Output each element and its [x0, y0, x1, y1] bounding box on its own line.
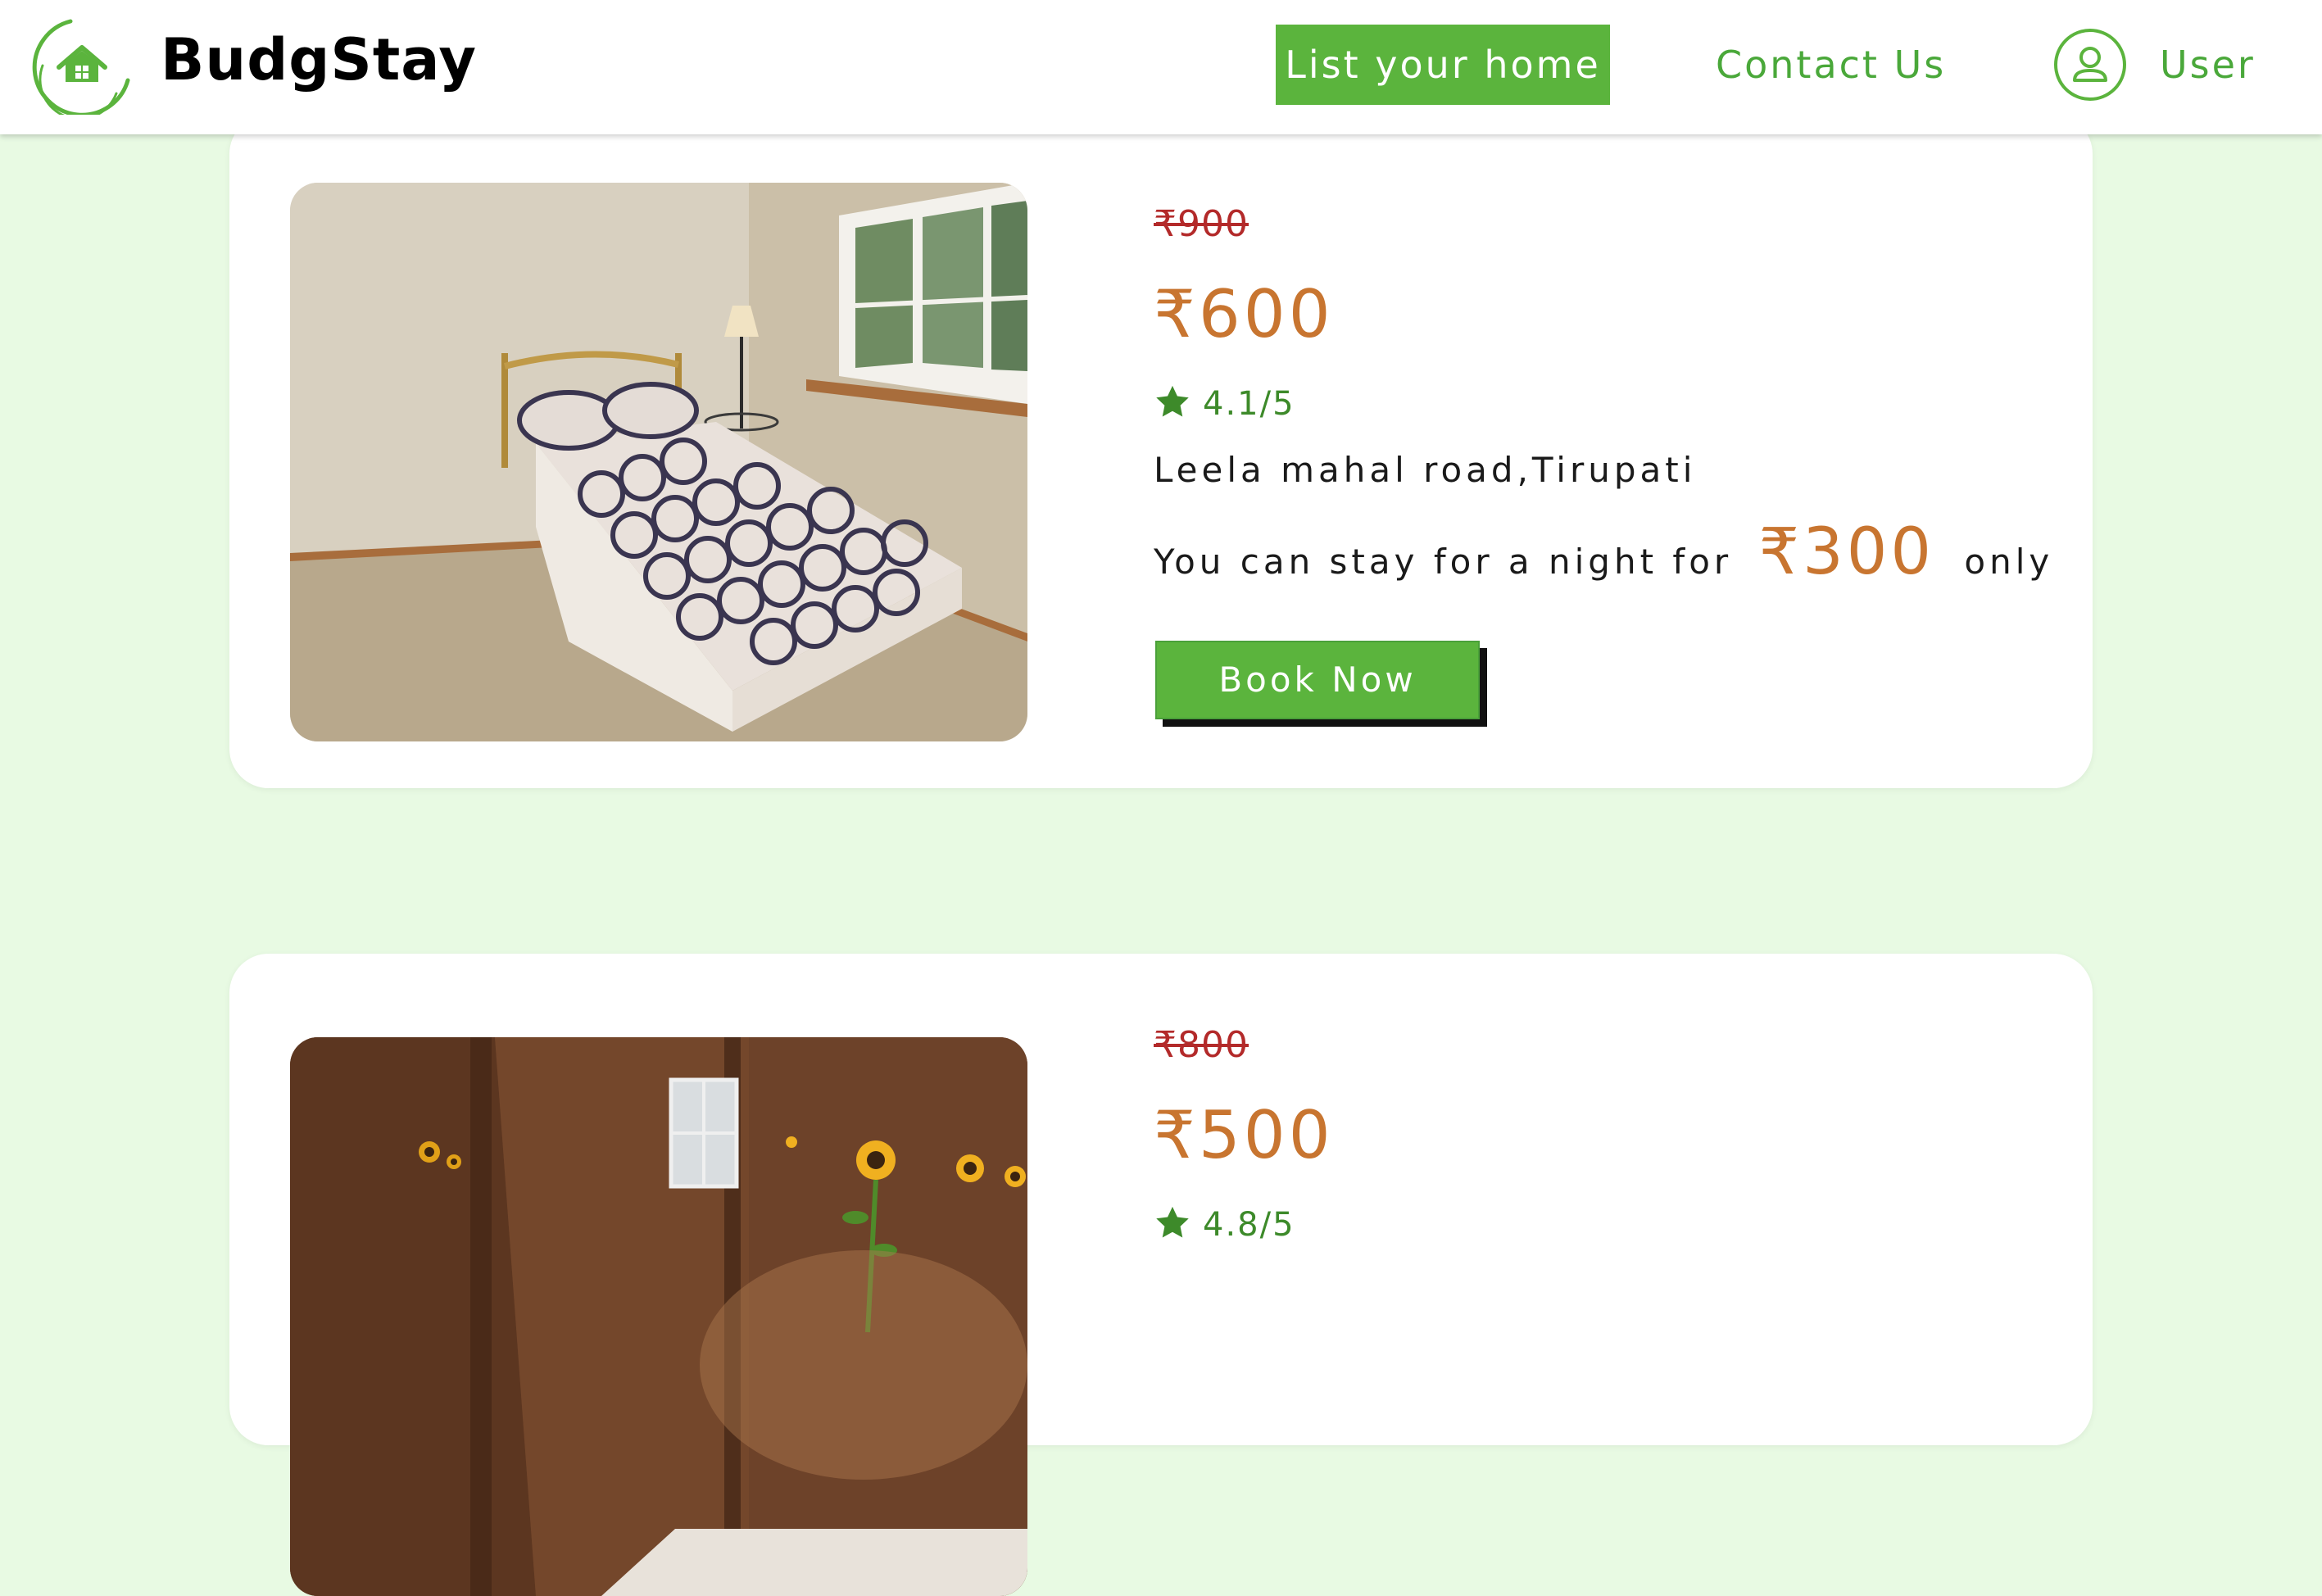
discounted-price: ₹600 — [1154, 276, 1334, 352]
star-icon — [1156, 385, 1189, 417]
night-offer: You can stay for a night for ₹300 only — [1154, 511, 2053, 603]
bedroom-photo-image — [290, 183, 1027, 741]
star-icon — [1156, 1206, 1189, 1238]
offer-price: ₹300 — [1758, 515, 1935, 589]
user-avatar-icon[interactable] — [2053, 28, 2127, 102]
listing-card: ₹800 ₹500 4.8/5 — [229, 954, 2093, 1596]
wooden-room-photo-image — [290, 1037, 1027, 1596]
listing-photo-bedroom[interactable] — [290, 183, 1027, 741]
rating: 4.8/5 — [1154, 1204, 1295, 1245]
listing-card: ₹900 ₹600 4.1/5 Leela mahal road,Tirupat… — [229, 115, 2093, 788]
list-your-home-button[interactable]: List your home — [1276, 25, 1610, 105]
book-now-button[interactable]: Book Now — [1155, 641, 1480, 719]
listing-photo-wooden-room[interactable] — [290, 1037, 1027, 1596]
budgstay-logo-icon[interactable] — [31, 16, 133, 115]
user-menu-link[interactable]: User — [2160, 25, 2256, 105]
contact-us-link[interactable]: Contact Us — [1716, 25, 1946, 105]
listing-address: Leela mahal road,Tirupati — [1154, 450, 1697, 490]
brand-name[interactable]: BudgStay — [161, 23, 477, 97]
original-price: ₹900 — [1154, 203, 1249, 245]
rating-value: 4.8/5 — [1203, 1206, 1295, 1244]
rating-value: 4.1/5 — [1203, 385, 1295, 423]
offer-suffix: only — [1964, 542, 2054, 582]
top-navbar: BudgStay List your home Contact Us User — [0, 0, 2322, 134]
discounted-price: ₹500 — [1154, 1097, 1334, 1173]
offer-prefix: You can stay for a night for — [1154, 542, 1733, 582]
original-price: ₹800 — [1154, 1024, 1249, 1066]
rating: 4.1/5 — [1154, 383, 1295, 424]
